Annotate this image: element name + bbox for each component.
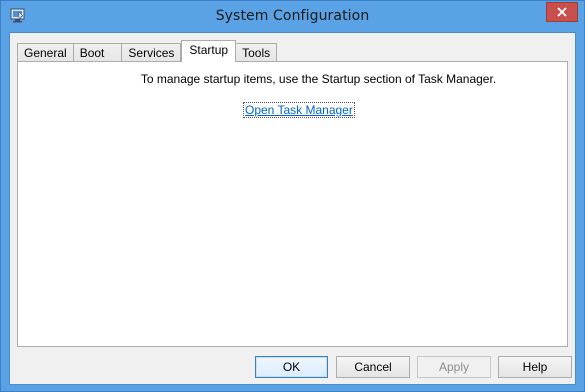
system-configuration-window: System Configuration General Boot Servic… — [0, 0, 585, 392]
ok-button[interactable]: OK — [255, 356, 328, 378]
startup-message: To manage startup items, use the Startup… — [140, 72, 497, 86]
tab-boot[interactable]: Boot — [72, 43, 123, 62]
tab-services[interactable]: Services — [121, 43, 182, 62]
window-title: System Configuration — [215, 8, 370, 24]
tab-strip: General Boot Services Startup Tools — [17, 40, 278, 62]
close-icon — [557, 7, 567, 17]
apply-button[interactable]: Apply — [417, 356, 491, 378]
title-bar[interactable]: System Configuration — [1, 1, 584, 31]
tab-general[interactable]: General — [17, 43, 74, 62]
startup-panel: To manage startup items, use the Startup… — [17, 61, 568, 347]
open-task-manager-link[interactable]: Open Task Manager — [243, 102, 355, 118]
tab-startup[interactable]: Startup — [181, 40, 237, 62]
dialog-client-area: General Boot Services Startup Tools To m… — [9, 32, 576, 385]
help-button[interactable]: Help — [498, 356, 572, 378]
tab-tools[interactable]: Tools — [235, 43, 278, 62]
close-button[interactable] — [546, 2, 578, 22]
cancel-button[interactable]: Cancel — [336, 356, 410, 378]
